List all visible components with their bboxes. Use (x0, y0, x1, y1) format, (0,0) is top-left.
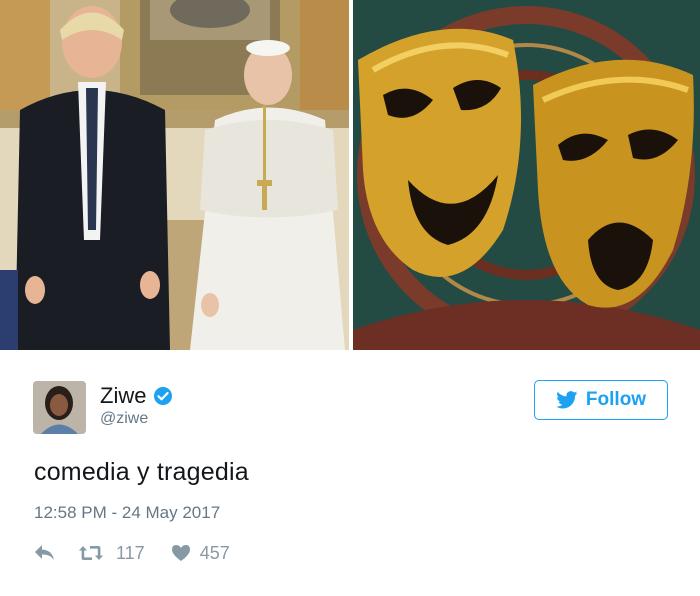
name-row: Ziwe (100, 382, 173, 410)
like-count: 457 (199, 542, 230, 563)
retweet-count: 117 (116, 542, 145, 563)
tweet-text: comedia y tragedia (34, 458, 249, 486)
retweet-button[interactable]: 117 (78, 543, 145, 564)
user-handle[interactable]: @ziwe (100, 410, 148, 428)
tweet-actions: 117 457 (34, 540, 230, 566)
retweet-icon (78, 544, 104, 562)
photo-theatre-masks[interactable] (353, 0, 700, 350)
verified-badge-icon (153, 386, 173, 406)
follow-button[interactable]: Follow (534, 380, 668, 420)
twitter-bird-icon (556, 391, 578, 409)
heart-icon (171, 544, 191, 562)
tweet-timestamp[interactable]: 12:58 PM - 24 May 2017 (34, 503, 220, 523)
display-name[interactable]: Ziwe (100, 383, 146, 409)
photo-two-men-standing[interactable] (0, 0, 349, 350)
reply-icon[interactable] (34, 544, 56, 562)
follow-button-label: Follow (585, 389, 647, 410)
avatar[interactable] (33, 381, 86, 434)
media-container (0, 0, 700, 350)
like-button[interactable]: 457 (171, 543, 230, 564)
